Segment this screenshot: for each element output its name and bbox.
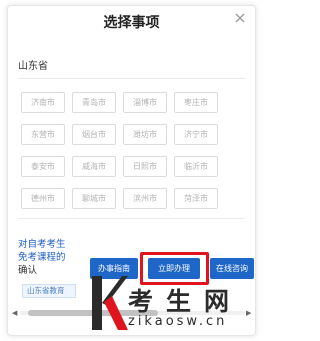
item-title[interactable]: 对自考考生 免考课程的 确认 bbox=[18, 238, 80, 277]
item-title-line: 确认 bbox=[18, 265, 38, 276]
city-button[interactable]: 泰安市 bbox=[21, 156, 65, 177]
dialog-title: 选择事项 bbox=[103, 15, 160, 31]
city-button[interactable]: 济南市 bbox=[21, 92, 65, 113]
city-button[interactable]: 济宁市 bbox=[174, 124, 218, 145]
city-button[interactable]: 临沂市 bbox=[174, 156, 218, 177]
divider bbox=[18, 218, 245, 219]
online-consult-button[interactable]: 在线咨询 bbox=[210, 258, 254, 279]
city-button[interactable]: 潍坊市 bbox=[123, 124, 167, 145]
city-button[interactable]: 聊城市 bbox=[72, 188, 116, 209]
scroll-right-icon[interactable]: ▶ bbox=[246, 309, 251, 317]
divider bbox=[18, 78, 245, 79]
city-button[interactable]: 淄博市 bbox=[123, 92, 167, 113]
watermark-logo-icon bbox=[92, 276, 128, 330]
city-button[interactable]: 青岛市 bbox=[72, 92, 116, 113]
city-button[interactable]: 滨州市 bbox=[123, 188, 167, 209]
close-icon[interactable] bbox=[234, 12, 246, 24]
province-label: 山东省 bbox=[18, 61, 48, 72]
item-title-line: 免考课程的 bbox=[18, 252, 66, 263]
city-button[interactable]: 德州市 bbox=[21, 188, 65, 209]
city-grid: 济南市 青岛市 淄博市 枣庄市 东营市 烟台市 潍坊市 济宁市 泰安市 威海市 … bbox=[21, 92, 231, 209]
city-button[interactable]: 威海市 bbox=[72, 156, 116, 177]
watermark-url: zikaosw.cn bbox=[128, 314, 228, 329]
item-title-line: 对自考考生 bbox=[18, 239, 66, 250]
department-tag: 山东省教育 bbox=[22, 284, 76, 298]
city-button[interactable]: 菏泽市 bbox=[174, 188, 218, 209]
scroll-left-icon[interactable]: ◀ bbox=[12, 309, 17, 317]
city-button[interactable]: 枣庄市 bbox=[174, 92, 218, 113]
watermark-text: 考生网 bbox=[128, 287, 243, 316]
city-button[interactable]: 东营市 bbox=[21, 124, 65, 145]
city-button[interactable]: 日照市 bbox=[123, 156, 167, 177]
city-button[interactable]: 烟台市 bbox=[72, 124, 116, 145]
highlight-box bbox=[140, 252, 209, 285]
